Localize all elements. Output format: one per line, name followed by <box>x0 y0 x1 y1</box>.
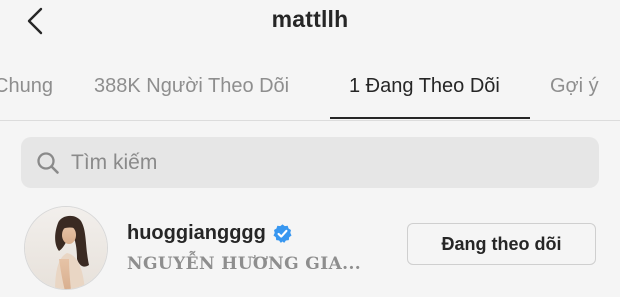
full-name: NGUYỄN HƯƠNG GIA... <box>127 254 362 274</box>
tab-bar: Chung 388K Người Theo Dõi 1 Đang Theo Dõ… <box>0 60 620 121</box>
tab-following[interactable]: 1 Đang Theo Dõi <box>349 75 500 98</box>
avatar-photo <box>25 207 107 289</box>
tab-followers[interactable]: 388K Người Theo Dõi <box>94 75 289 98</box>
verified-badge-icon <box>273 224 292 243</box>
avatar[interactable] <box>24 206 108 290</box>
active-tab-indicator <box>330 117 530 119</box>
search-input[interactable] <box>71 137 571 188</box>
username[interactable]: huoggiangggg <box>127 222 266 245</box>
page-title: mattllh <box>271 6 349 32</box>
search-bar[interactable] <box>21 137 599 188</box>
top-bar: mattllh <box>0 0 620 52</box>
tab-suggestions[interactable]: Gợi ý <box>550 75 599 98</box>
tab-general[interactable]: Chung <box>0 75 53 98</box>
search-icon <box>37 152 59 174</box>
list-item[interactable]: huoggiangggg NGUYỄN HƯƠNG GIA... Đang th… <box>0 204 620 297</box>
username-row: huoggiangggg <box>127 222 293 245</box>
following-button[interactable]: Đang theo dõi <box>407 223 596 265</box>
